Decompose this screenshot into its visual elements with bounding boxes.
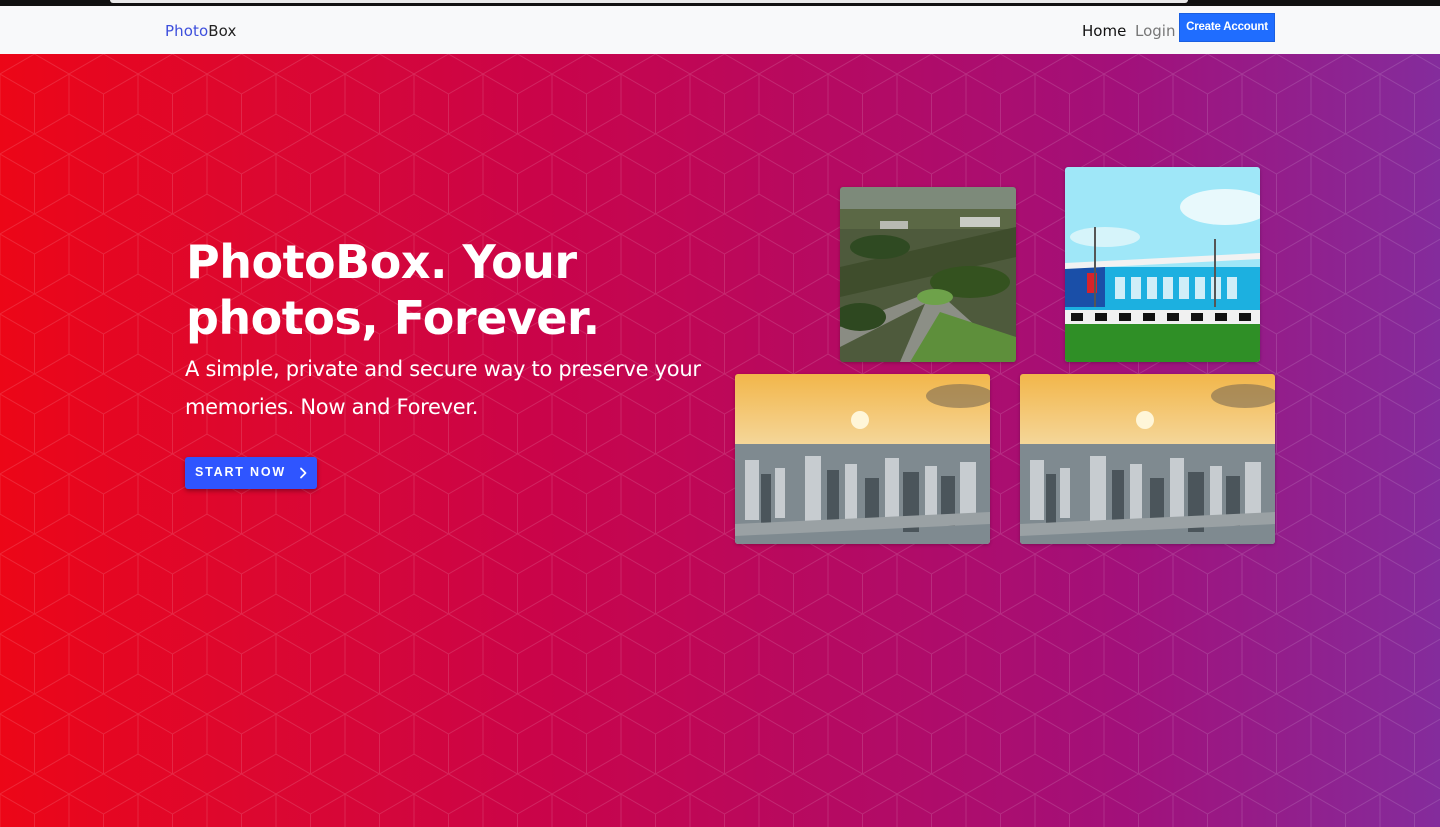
browser-address-bar <box>110 0 1188 3</box>
hero-section: PhotoBox. Your photos, Forever. A simple… <box>0 54 1440 827</box>
hero-subheadline: A simple, private and secure way to pres… <box>185 357 701 419</box>
hero-headline: PhotoBox. Your photos, Forever. <box>186 235 600 345</box>
city-sunset-photo <box>735 374 990 544</box>
aerial-campus-photo <box>840 187 1016 362</box>
nav-link-home[interactable]: Home <box>1082 22 1126 40</box>
start-now-button[interactable]: START NOW <box>185 457 317 489</box>
start-now-label: START NOW <box>195 465 286 479</box>
blue-building-photo <box>1065 167 1260 362</box>
brand-logo[interactable]: PhotoBox <box>165 22 236 40</box>
brand-logo-accent: Photo <box>165 22 209 40</box>
nav-link-login[interactable]: Login <box>1135 22 1175 40</box>
brand-logo-rest: Box <box>208 22 237 40</box>
top-navbar: PhotoBox Home Login Create Account <box>0 6 1440 54</box>
create-account-button[interactable]: Create Account <box>1179 13 1275 42</box>
chevron-right-icon <box>300 467 307 479</box>
city-sunset-photo <box>1020 374 1275 544</box>
